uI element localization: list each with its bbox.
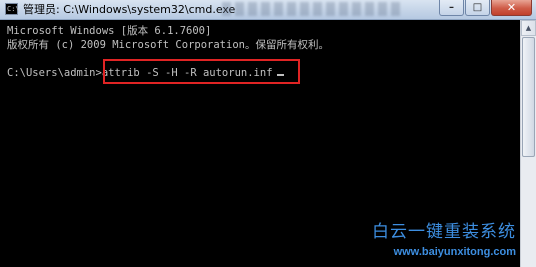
minimize-button[interactable]: – (439, 0, 464, 16)
cmd-window: C:\ 管理员: C:\Windows\system32\cmd.exe – □… (0, 0, 536, 267)
console-line-copyright: 版权所有 (c) 2009 Microsoft Corporation。保留所有… (7, 39, 329, 51)
window-title: 管理员: C:\Windows\system32\cmd.exe (23, 3, 236, 16)
title-bar-blur (222, 2, 402, 16)
cmd-icon-glyph: C:\ (7, 5, 20, 13)
watermark-url: www.baiyunxitong.com (393, 246, 516, 258)
minimize-icon: – (449, 2, 454, 13)
cmd-icon[interactable]: C:\ (5, 3, 20, 15)
watermark-title: 白云一键重装系统 (372, 222, 516, 242)
window-controls: – □ ✕ (438, 0, 532, 18)
title-bar[interactable]: C:\ 管理员: C:\Windows\system32\cmd.exe – □… (0, 0, 536, 20)
close-button[interactable]: ✕ (491, 0, 532, 16)
maximize-icon: □ (472, 2, 483, 13)
vertical-scrollbar[interactable]: ▲ (520, 20, 536, 267)
scroll-up-icon[interactable]: ▲ (521, 20, 536, 36)
maximize-button[interactable]: □ (465, 0, 490, 16)
console-line-version: Microsoft Windows [版本 6.1.7600] (7, 25, 212, 37)
command-highlight-box (103, 59, 300, 84)
watermark-logo: 白云一键重装系统 www.baiyunxitong.com (346, 221, 516, 265)
close-icon: ✕ (506, 1, 517, 14)
console-prompt: C:\Users\admin> (7, 67, 102, 79)
scroll-thumb[interactable] (522, 37, 535, 157)
